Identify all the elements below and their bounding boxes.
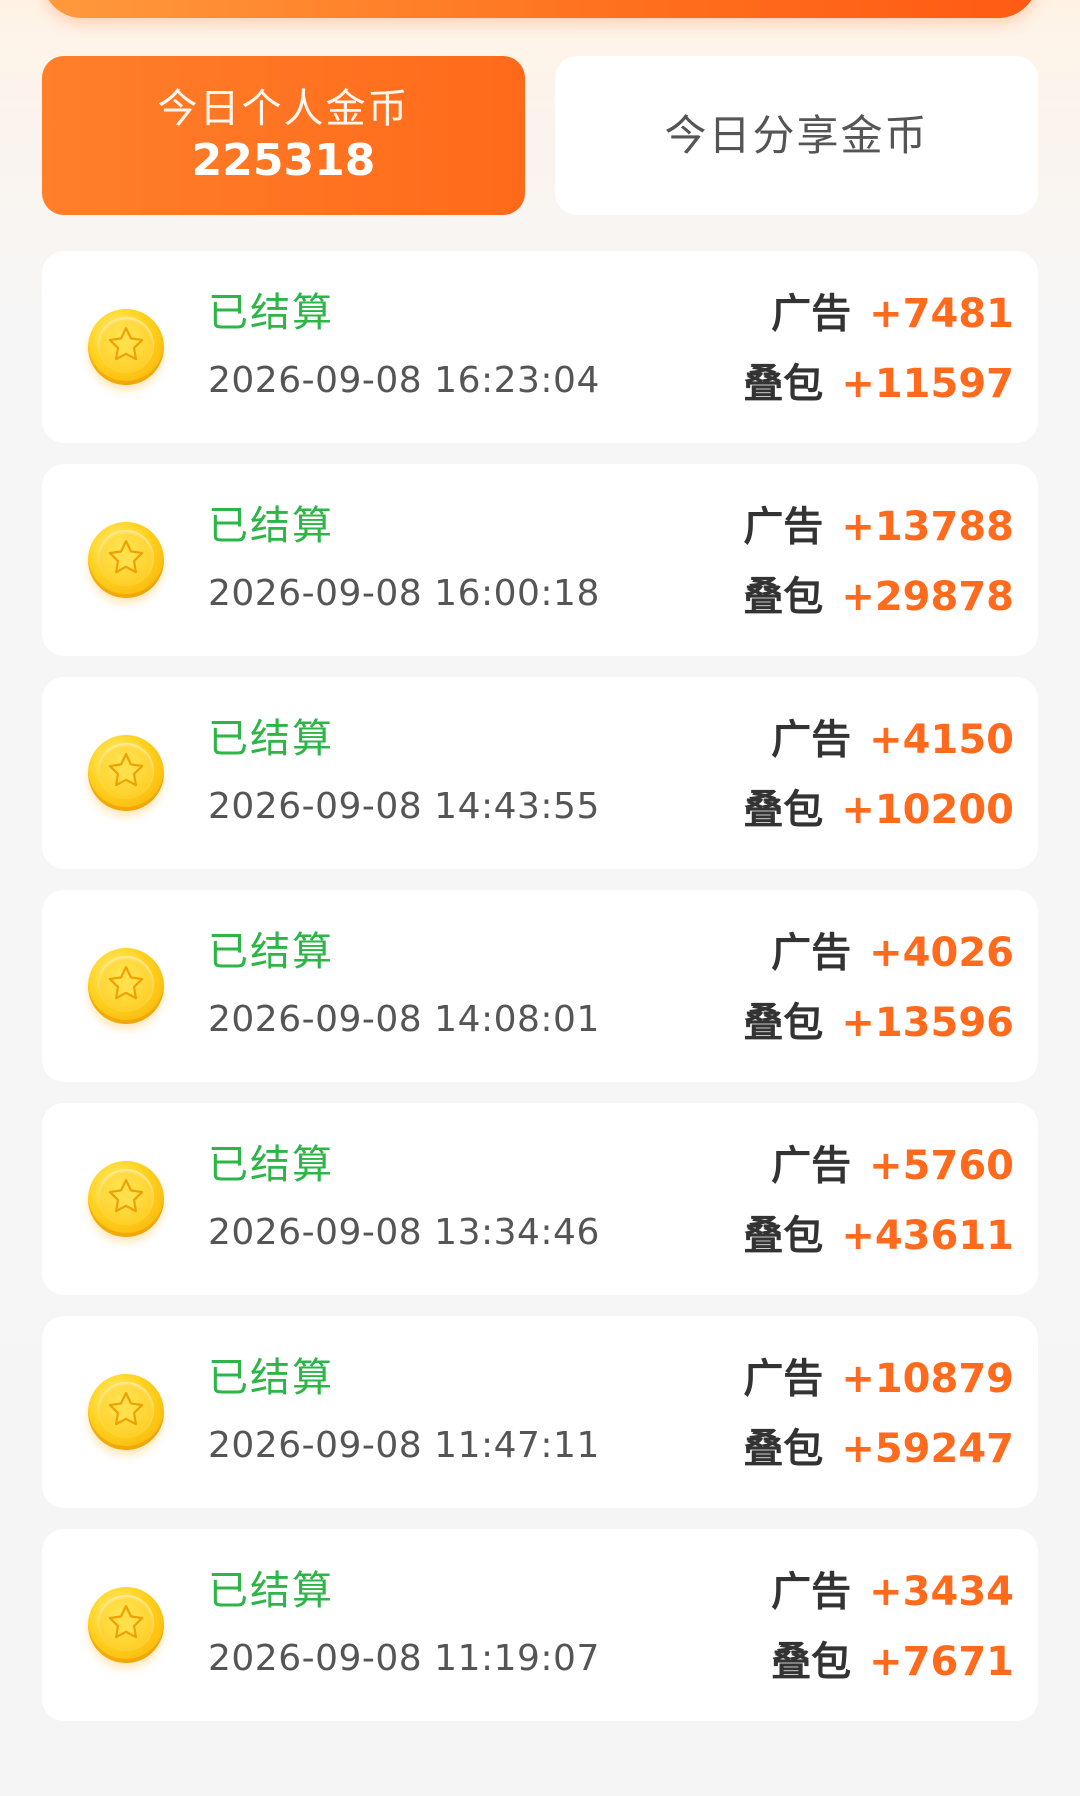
pack-label: 叠包 [771, 1639, 852, 1685]
pack-label: 叠包 [743, 574, 824, 620]
amounts: 广告 +4026 叠包 +13596 [743, 924, 1014, 1064]
ad-label: 广告 [743, 1356, 824, 1402]
pack-amount-row: 叠包 +13596 [743, 994, 1014, 1052]
settlement-record: 已结算 2026-09-08 11:19:07 广告 +3434 叠包 +7671 [42, 1529, 1038, 1721]
tab-personal-coins[interactable]: 今日个人金币 225318 [42, 56, 525, 215]
settlement-time: 2026-09-08 11:19:07 [208, 1638, 600, 1679]
ad-label: 广告 [771, 930, 852, 976]
settlement-record: 已结算 2026-09-08 16:23:04 广告 +7481 叠包 +11597 [42, 251, 1038, 443]
pack-label: 叠包 [743, 787, 824, 833]
pack-amount-row: 叠包 +59247 [743, 1420, 1014, 1478]
amounts: 广告 +10879 叠包 +59247 [743, 1350, 1014, 1490]
ad-amount: +7481 [869, 291, 1014, 337]
settlement-time: 2026-09-08 13:34:46 [208, 1212, 600, 1253]
amounts: 广告 +7481 叠包 +11597 [743, 285, 1014, 425]
ad-amount-row: 广告 +4150 [743, 711, 1014, 769]
pack-amount-row: 叠包 +29878 [743, 568, 1014, 626]
settlement-time: 2026-09-08 14:43:55 [208, 786, 600, 827]
pack-amount: +7671 [869, 1639, 1014, 1685]
pack-amount-row: 叠包 +11597 [743, 355, 1014, 413]
ad-label: 广告 [771, 1569, 852, 1615]
status-label: 已结算 [208, 929, 334, 975]
pack-amount: +11597 [841, 361, 1014, 407]
status-label: 已结算 [208, 290, 334, 336]
settlement-record: 已结算 2026-09-08 14:43:55 广告 +4150 叠包 +10200 [42, 677, 1038, 869]
pack-label: 叠包 [743, 1213, 824, 1259]
pack-amount-row: 叠包 +43611 [743, 1207, 1014, 1265]
star-coin-icon [88, 1374, 164, 1450]
ad-label: 广告 [771, 1143, 852, 1189]
ad-amount: +5760 [869, 1143, 1014, 1189]
ad-amount: +4150 [869, 717, 1014, 763]
ad-amount: +4026 [869, 930, 1014, 976]
star-coin-icon [88, 522, 164, 598]
ad-label: 广告 [743, 504, 824, 550]
pack-amount-row: 叠包 +10200 [743, 781, 1014, 839]
tab-shared-coins-label: 今日分享金币 [664, 110, 929, 160]
status-label: 已结算 [208, 1142, 334, 1188]
top-banner [42, 0, 1038, 18]
star-coin-icon [88, 948, 164, 1024]
tab-personal-coins-label: 今日个人金币 [157, 85, 410, 132]
status-label: 已结算 [208, 716, 334, 762]
settlement-record: 已结算 2026-09-08 13:34:46 广告 +5760 叠包 +43611 [42, 1103, 1038, 1295]
pack-label: 叠包 [743, 1000, 824, 1046]
ad-label: 广告 [771, 717, 852, 763]
pack-label: 叠包 [743, 361, 824, 407]
ad-amount: +3434 [869, 1569, 1014, 1615]
pack-label: 叠包 [743, 1426, 824, 1472]
status-label: 已结算 [208, 503, 334, 549]
ad-amount-row: 广告 +10879 [743, 1350, 1014, 1408]
settlement-record: 已结算 2026-09-08 16:00:18 广告 +13788 叠包 +2987… [42, 464, 1038, 656]
status-label: 已结算 [208, 1568, 334, 1614]
ad-amount-row: 广告 +4026 [743, 924, 1014, 982]
pack-amount: +29878 [841, 574, 1014, 620]
status-label: 已结算 [208, 1355, 334, 1401]
settlement-time: 2026-09-08 16:00:18 [208, 573, 600, 614]
amounts: 广告 +4150 叠包 +10200 [743, 711, 1014, 851]
pack-amount: +59247 [841, 1426, 1014, 1472]
pack-amount-row: 叠包 +7671 [771, 1633, 1014, 1691]
pack-amount: +43611 [841, 1213, 1014, 1259]
coin-tabs: 今日个人金币 225318 今日分享金币 [42, 56, 1038, 215]
star-coin-icon [88, 735, 164, 811]
ad-amount: +10879 [841, 1356, 1014, 1402]
amounts: 广告 +3434 叠包 +7671 [771, 1563, 1014, 1703]
pack-amount: +10200 [841, 787, 1014, 833]
ad-amount: +13788 [841, 504, 1014, 550]
settlement-record: 已结算 2026-09-08 14:08:01 广告 +4026 叠包 +13596 [42, 890, 1038, 1082]
ad-amount-row: 广告 +7481 [743, 285, 1014, 343]
settlement-time: 2026-09-08 14:08:01 [208, 999, 600, 1040]
star-coin-icon [88, 309, 164, 385]
ad-amount-row: 广告 +13788 [743, 498, 1014, 556]
amounts: 广告 +5760 叠包 +43611 [743, 1137, 1014, 1277]
settlement-time: 2026-09-08 11:47:11 [208, 1425, 600, 1466]
settlement-list: 已结算 2026-09-08 16:23:04 广告 +7481 叠包 +11597… [42, 251, 1038, 1742]
star-coin-icon [88, 1587, 164, 1663]
ad-amount-row: 广告 +3434 [771, 1563, 1014, 1621]
amounts: 广告 +13788 叠包 +29878 [743, 498, 1014, 638]
ad-amount-row: 广告 +5760 [743, 1137, 1014, 1195]
tab-personal-coins-value: 225318 [191, 134, 376, 186]
tab-shared-coins[interactable]: 今日分享金币 [555, 56, 1038, 215]
ad-label: 广告 [771, 291, 852, 337]
star-coin-icon [88, 1161, 164, 1237]
settlement-time: 2026-09-08 16:23:04 [208, 360, 600, 401]
pack-amount: +13596 [841, 1000, 1014, 1046]
settlement-record: 已结算 2026-09-08 11:47:11 广告 +10879 叠包 +5924… [42, 1316, 1038, 1508]
